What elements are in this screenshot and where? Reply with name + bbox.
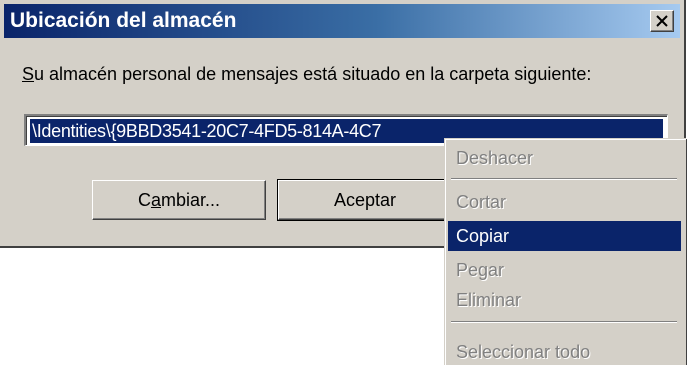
title-bar[interactable]: Ubicación del almacén xyxy=(4,4,680,38)
location-label: Su almacén personal de mensajes está sit… xyxy=(22,62,591,86)
change-label-rest: mbiar... xyxy=(160,190,221,210)
screen: Ubicación del almacén Su almacén persona… xyxy=(0,0,688,365)
close-icon xyxy=(656,15,668,27)
change-label-pre: C xyxy=(137,190,151,210)
label-text: u almacén personal de mensajes está situ… xyxy=(34,64,592,84)
menu-separator xyxy=(451,321,677,323)
menu-item-select-all: Seleccionar todo xyxy=(456,342,591,362)
menu-item-paste: Pegar xyxy=(456,260,505,280)
accept-label: Aceptar xyxy=(333,190,397,210)
dialog-title: Ubicación del almacén xyxy=(10,9,237,32)
menu-separator xyxy=(451,178,677,180)
change-label-mnemonic: a xyxy=(150,190,161,210)
menu-item-delete: Eliminar xyxy=(456,290,522,310)
menu-item-copy[interactable]: Copiar xyxy=(448,221,681,251)
context-menu: Deshacer Cortar Copiar Pegar Eliminar Se… xyxy=(444,138,686,365)
label-mnemonic: S xyxy=(22,64,35,84)
change-button[interactable]: Cambiar... xyxy=(92,180,266,220)
menu-item-cut: Cortar xyxy=(456,192,507,212)
accept-button[interactable]: Aceptar xyxy=(277,179,453,221)
close-button[interactable] xyxy=(650,10,674,32)
menu-item-undo: Deshacer xyxy=(456,148,534,168)
